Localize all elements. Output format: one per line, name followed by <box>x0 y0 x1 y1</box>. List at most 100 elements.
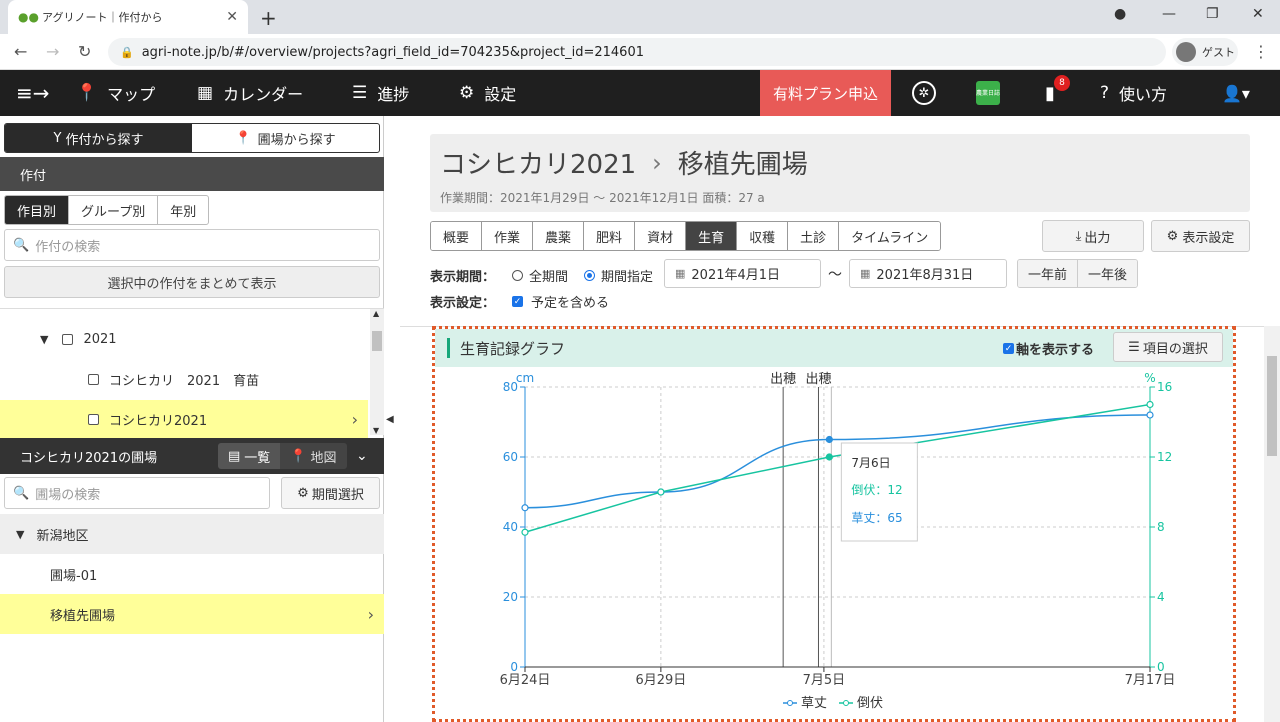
radio-all-period[interactable]: 全期間 <box>512 266 568 285</box>
select-items-button[interactable]: ☰ 項目の選択 <box>1113 332 1223 362</box>
back-icon[interactable]: ← <box>14 42 27 61</box>
tab-by-group[interactable]: グループ別 <box>69 196 159 224</box>
include-planned-checkbox[interactable]: ✓ 予定を含める <box>512 292 609 311</box>
minimize-icon[interactable]: — <box>1162 6 1176 22</box>
crop-tree: ▼ 2021 コシヒカリ 2021 育苗 コシヒカリ2021 › ▲ ▼ <box>0 308 384 438</box>
new-tab-icon[interactable]: + <box>260 6 277 30</box>
browser-menu-icon[interactable]: ⋮ <box>1253 42 1269 61</box>
sidebar-collapse-icon[interactable]: ◀ <box>386 414 394 425</box>
window-close-icon[interactable]: ✕ <box>1252 6 1264 22</box>
y-left-tick-label: 60 <box>503 450 518 464</box>
item-checkbox[interactable] <box>88 373 99 385</box>
x-tick-label: 7月5日 <box>803 673 846 688</box>
map-pin-icon: 📍 <box>290 448 307 464</box>
tree-item-koshihikari[interactable]: コシヒカリ2021 › <box>0 400 368 438</box>
radio-custom-label: 期間指定 <box>601 270 654 285</box>
tab-growth[interactable]: 生育 <box>686 222 738 250</box>
map-pin-icon: 📍 <box>76 83 98 103</box>
farm-diary-icon[interactable]: 農業日誌 <box>976 81 1000 105</box>
tab-timeline[interactable]: タイムライン <box>839 222 941 250</box>
tree-year-row[interactable]: ▼ 2021 <box>0 320 368 358</box>
nav-calendar[interactable]: ▦ カレンダー <box>197 70 303 116</box>
tab-soil[interactable]: 土診 <box>788 222 840 250</box>
tab-by-year[interactable]: 年別 <box>158 196 208 224</box>
x-tick-label: 6月29日 <box>635 673 686 688</box>
download-icon: ⤓ <box>1075 228 1082 244</box>
checkbox-checked-icon: ✓ <box>512 296 523 307</box>
field-search-input[interactable]: 🔍 圃場の検索 <box>4 477 270 509</box>
search-by-field-button[interactable]: 📍 圃場から探す <box>192 124 379 152</box>
page-scrollbar[interactable] <box>1264 326 1280 722</box>
field-search-placeholder: 圃場の検索 <box>35 487 101 503</box>
rice-icon[interactable]: ✲ <box>912 81 936 105</box>
period-select-button[interactable]: ⚙ 期間選択 <box>281 477 380 509</box>
y-left-tick-label: 0 <box>510 660 518 674</box>
breadcrumb-crop[interactable]: コシヒカリ2021 <box>440 144 636 181</box>
date-to-input[interactable]: ▦ 2021年8月31日 <box>849 259 1007 288</box>
nav-map[interactable]: 📍 マップ <box>76 70 155 116</box>
export-button[interactable]: ⤓ 出力 <box>1042 220 1144 252</box>
tab-overview[interactable]: 概要 <box>431 222 483 250</box>
event-label: 出穂 <box>770 372 796 387</box>
nav-progress[interactable]: ☰ 進捗 <box>352 70 409 116</box>
prev-year-button[interactable]: 一年前 <box>1018 260 1079 287</box>
address-row: ← → ↻ 🔒 agri-note.jp/b/#/overview/projec… <box>0 34 1280 70</box>
field-row-selected[interactable]: 移植先圃場 › <box>0 594 384 634</box>
tree-scroll-thumb[interactable] <box>372 331 382 351</box>
x-tick-label: 7月17日 <box>1125 673 1176 688</box>
paid-plan-button[interactable]: 有料プラン申込 <box>760 70 891 116</box>
nav-map-label: マップ <box>107 85 156 104</box>
tree-item-seedling[interactable]: コシヒカリ 2021 育苗 <box>0 360 368 398</box>
close-tab-icon[interactable]: ✕ <box>226 9 238 25</box>
tab-work[interactable]: 作業 <box>482 222 534 250</box>
growth-chart-panel: 生育記録グラフ ✓ 軸を表示する ☰ 項目の選択 出穂 出穂 0 20 40 60 80 0 4… <box>432 326 1236 722</box>
search-by-crop-button[interactable]: Y 作付から探す <box>5 124 192 152</box>
address-bar[interactable]: 🔒 agri-note.jp/b/#/overview/projects?agr… <box>108 38 1166 66</box>
search-icon: 🔍 <box>13 237 30 253</box>
map-view-button[interactable]: 📍 地図 <box>280 443 347 469</box>
page-scroll-thumb[interactable] <box>1267 356 1277 456</box>
profile-menu-icon[interactable]: ● <box>1114 6 1126 22</box>
tab-fertilizer[interactable]: 肥料 <box>584 222 636 250</box>
expand-triangle-icon: ▼ <box>40 332 49 346</box>
menu-toggle-icon[interactable]: ≡→ <box>16 70 50 116</box>
list-view-label: 一覧 <box>244 450 271 466</box>
region-row[interactable]: ▼ 新潟地区 <box>0 514 384 554</box>
item-checkbox[interactable] <box>88 413 99 425</box>
x-tick-label: 6月24日 <box>500 673 551 688</box>
scroll-down-icon[interactable]: ▼ <box>373 426 379 435</box>
year-checkbox[interactable] <box>62 333 74 345</box>
tab-materials[interactable]: 資材 <box>635 222 687 250</box>
data-point <box>521 528 529 536</box>
reload-icon[interactable]: ↻ <box>78 42 91 61</box>
radio-custom-period[interactable]: 期間指定 <box>584 266 653 285</box>
y-left-unit: cm <box>516 371 534 385</box>
date-from-input[interactable]: ▦ 2021年4月1日 <box>664 259 821 288</box>
show-selected-crops-button[interactable]: 選択中の作付をまとめて表示 <box>4 266 380 298</box>
crop-search-input[interactable]: 🔍 作付の検索 <box>4 229 380 261</box>
data-point <box>825 453 833 461</box>
user-menu-icon[interactable]: 👤▾ <box>1222 70 1250 116</box>
forward-icon[interactable]: → <box>46 42 59 61</box>
display-settings-button[interactable]: ⚙ 表示設定 <box>1151 220 1250 252</box>
list-view-button[interactable]: ▤ 一覧 <box>218 443 281 469</box>
tree-scrollbar[interactable]: ▲ ▼ <box>370 309 384 435</box>
help-link[interactable]: ? 使い方 <box>1100 70 1167 116</box>
next-year-button[interactable]: 一年後 <box>1078 260 1138 287</box>
tab-pesticide[interactable]: 農薬 <box>533 222 585 250</box>
chat-icon[interactable]: ▮ 8 <box>1038 75 1070 105</box>
calendar-icon: ▦ <box>675 267 686 280</box>
show-axis-checkbox[interactable]: ✓ 軸を表示する <box>1003 339 1094 358</box>
tab-harvest[interactable]: 収穫 <box>737 222 789 250</box>
restore-icon[interactable]: ❐ <box>1206 6 1219 22</box>
tree-item-label: コシヒカリ2021 <box>109 413 208 429</box>
field-row[interactable]: 圃場-01 <box>0 554 384 594</box>
nav-settings[interactable]: ⚙ 設定 <box>459 70 516 116</box>
tab-by-crop[interactable]: 作目別 <box>5 196 70 224</box>
browser-tab[interactable]: ●● アグリノート｜作付から ✕ <box>8 0 248 34</box>
scroll-up-icon[interactable]: ▲ <box>373 309 379 318</box>
breadcrumb-field: 移植先圃場 <box>677 150 808 180</box>
y-right-tick-label: 0 <box>1157 660 1165 674</box>
collapse-chevron-icon[interactable]: ⌄ <box>356 448 368 464</box>
profile-button[interactable]: ゲスト <box>1172 38 1238 66</box>
